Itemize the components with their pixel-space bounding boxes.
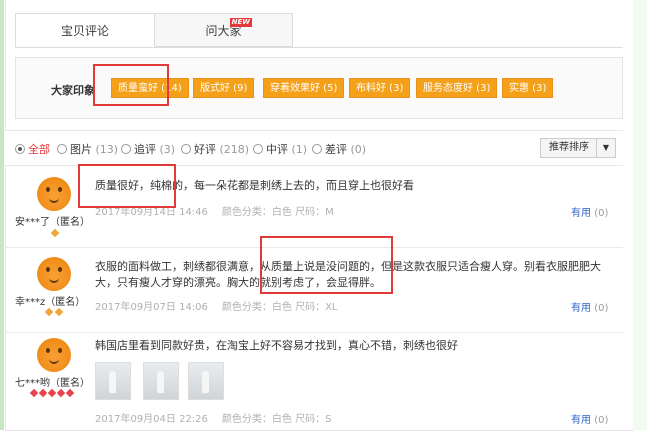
impression-tag-service[interactable]: 服务态度好 (3) xyxy=(416,78,498,98)
impression-tag-wearing[interactable]: 穿着效果好 (5) xyxy=(263,78,345,98)
left-edge-strip xyxy=(0,0,4,430)
user-level-icon xyxy=(38,388,48,398)
filter-positive[interactable]: 好评 (218) xyxy=(181,141,249,157)
filter-negative[interactable]: 差评 (0) xyxy=(312,141,366,157)
impression-tag-fabric[interactable]: 布料好 (3) xyxy=(349,78,411,98)
filter-bar: 全部 图片 (13) 追评 (3) 好评 (218) 中评 (1) 差评 (0)… xyxy=(5,130,623,166)
filter-neutral[interactable]: 中评 (1) xyxy=(253,141,307,157)
sort-dropdown[interactable]: 推荐排序 ▼ xyxy=(540,138,616,158)
user-level-icon xyxy=(65,388,75,398)
impression-tag-value[interactable]: 实惠 (3) xyxy=(502,78,554,98)
radio-icon xyxy=(312,144,322,154)
review-date: 2017年09月07日 14:06 xyxy=(95,302,208,313)
highlight-box-review-2 xyxy=(260,236,393,294)
filter-all[interactable]: 全部 xyxy=(15,141,50,157)
user-level-icon xyxy=(29,388,39,398)
impression-label: 大家印象 xyxy=(51,84,95,97)
radio-icon xyxy=(57,144,67,154)
review-spec: 颜色分类：白色 尺码：M xyxy=(221,207,334,218)
review-text: 韩国店里看到同款好贵，在淘宝上好不容易才找到，真心不错，刺绣也很好 xyxy=(95,339,458,352)
review-tabs: 宝贝评论 问大家 NEW xyxy=(15,13,623,48)
review-photo-thumbnail[interactable] xyxy=(143,362,179,400)
user-level-icon xyxy=(47,388,57,398)
avatar xyxy=(37,257,71,291)
review-username: 七***哟（匿名） xyxy=(15,378,90,389)
new-badge: NEW xyxy=(229,18,252,27)
highlight-box-impression xyxy=(93,64,169,106)
review-date: 2017年09月14日 14:46 xyxy=(95,207,208,218)
review-date: 2017年09月04日 22:26 xyxy=(95,414,208,425)
review-spec: 颜色分类：白色 尺码：S xyxy=(221,414,332,425)
review-item: 七***哟（匿名） 韩国店里看到同款好贵，在淘宝上好不容易才找到，真心不错，刺绣… xyxy=(5,332,623,430)
review-meta: 2017年09月07日 14:06 颜色分类：白色 尺码：XL xyxy=(95,298,338,313)
radio-selected-icon xyxy=(15,144,25,154)
impression-tag-style[interactable]: 版式好 (9) xyxy=(193,78,255,98)
avatar xyxy=(37,177,71,211)
user-level-icon xyxy=(50,228,60,238)
user-level-icon xyxy=(44,307,54,317)
user-level-icon xyxy=(54,307,64,317)
review-username: 幸***z（匿名） xyxy=(15,297,86,308)
review-meta: 2017年09月04日 22:26 颜色分类：白色 尺码：S xyxy=(95,410,331,425)
avatar xyxy=(37,338,71,372)
useful-button[interactable]: 有用 (0) xyxy=(571,299,608,314)
user-level-icon xyxy=(56,388,66,398)
chevron-down-icon[interactable]: ▼ xyxy=(596,139,615,157)
highlight-box-review-1 xyxy=(78,164,176,208)
filter-images[interactable]: 图片 (13) xyxy=(57,141,118,157)
radio-icon xyxy=(121,144,131,154)
filter-follow-up[interactable]: 追评 (3) xyxy=(121,141,175,157)
right-edge-strip xyxy=(633,0,647,430)
tab-reviews[interactable]: 宝贝评论 xyxy=(15,13,155,47)
radio-icon xyxy=(253,144,263,154)
tab-ask-everyone[interactable]: 问大家 NEW xyxy=(155,13,293,47)
tab-reviews-label: 宝贝评论 xyxy=(60,24,109,38)
useful-button[interactable]: 有用 (0) xyxy=(571,411,608,426)
useful-button[interactable]: 有用 (0) xyxy=(571,204,608,219)
sort-label: 推荐排序 xyxy=(549,142,589,153)
review-photo-thumbnail[interactable] xyxy=(188,362,224,400)
radio-icon xyxy=(181,144,191,154)
review-spec: 颜色分类：白色 尺码：XL xyxy=(221,302,338,313)
review-username: 安***了（匿名） xyxy=(15,217,90,228)
review-photo-thumbnail[interactable] xyxy=(95,362,131,400)
